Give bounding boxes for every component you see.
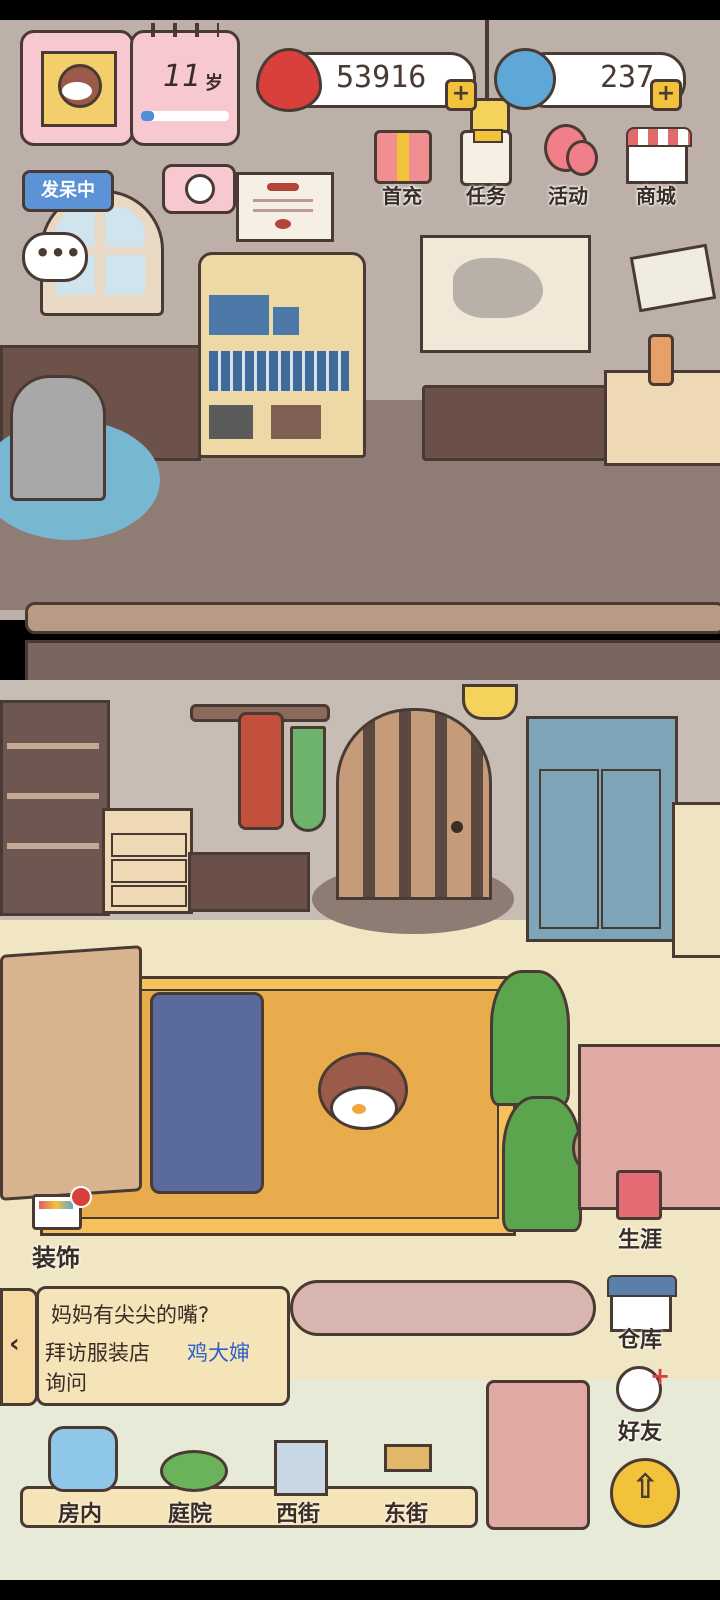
- flower-pot-top[interactable]: [490, 970, 570, 1106]
- flower-pot-bottom[interactable]: [502, 1096, 582, 1232]
- gems-value: 237: [600, 60, 655, 95]
- world-map-poster[interactable]: [420, 235, 591, 353]
- add-friend-plus-icon: +: [650, 1362, 671, 1390]
- gem-icon: [494, 48, 556, 110]
- shop-icon: [626, 127, 692, 184]
- hourglass[interactable]: [648, 334, 674, 386]
- tasks-button[interactable]: 任务: [446, 126, 526, 212]
- wooden-bed[interactable]: [0, 945, 142, 1201]
- kitchen-shelf[interactable]: [0, 700, 110, 916]
- chat-dots-icon: •••: [35, 239, 82, 267]
- chat-bubble-button[interactable]: •••: [22, 232, 88, 282]
- blue-cushion[interactable]: [150, 992, 264, 1194]
- age-unit: 岁: [205, 73, 223, 94]
- wardrobe[interactable]: [526, 716, 678, 942]
- camera-icon: [185, 174, 215, 204]
- quest-collapse-tab[interactable]: ‹: [0, 1288, 38, 1406]
- quest-line1-prefix: 拜访服装店: [45, 1341, 150, 1365]
- garden-icon: [160, 1450, 228, 1492]
- scroll-up-button[interactable]: ⇧: [610, 1458, 680, 1528]
- career-button[interactable]: 生涯: [600, 1164, 684, 1254]
- decorate-button[interactable]: 装饰: [18, 1186, 98, 1276]
- chair[interactable]: [10, 375, 106, 501]
- arrow-up-icon: ⇧: [631, 1467, 660, 1507]
- side-cabinet[interactable]: [672, 802, 720, 958]
- notification-dot: [70, 1186, 92, 1208]
- chick-character[interactable]: [318, 1052, 408, 1130]
- hearts-value: 53916: [336, 60, 427, 95]
- friends-button[interactable]: + 好友: [600, 1362, 684, 1448]
- low-table[interactable]: [422, 385, 613, 461]
- quest-npc-name[interactable]: 鸡大婶: [187, 1337, 250, 1367]
- quest-panel[interactable]: 妈妈有尖尖的嘴? 拜访服装店 鸡大婶 询问: [36, 1286, 290, 1406]
- green-umbrella[interactable]: [290, 726, 326, 832]
- bench[interactable]: [188, 852, 310, 912]
- stepping-stones: [290, 1280, 596, 1336]
- nav-west-street-button[interactable]: 西街: [250, 1420, 350, 1530]
- age-progress-bar: [141, 111, 229, 121]
- signpost-icon: [384, 1444, 432, 1472]
- gift-icon: [374, 130, 432, 184]
- age-number: 11: [163, 59, 202, 94]
- calendar-ring-icon: [151, 23, 219, 37]
- balcony-railing: [25, 602, 720, 634]
- certificate-frame[interactable]: [236, 172, 334, 242]
- warehouse-button[interactable]: 仓库: [600, 1272, 684, 1353]
- chevron-left-icon: ‹: [9, 1329, 20, 1359]
- zigzag-mat: [486, 1380, 590, 1530]
- navigation-bar: [0, 1580, 720, 1600]
- building-icon: [274, 1440, 328, 1496]
- status-bar: [0, 0, 720, 20]
- nav-garden-button[interactable]: 庭院: [142, 1420, 242, 1530]
- quest-title: 妈妈有尖尖的嘴?: [51, 1303, 210, 1327]
- quest-line2: 询问: [45, 1371, 87, 1395]
- hanging-lamp-cord: [485, 20, 489, 100]
- profile-card[interactable]: [20, 30, 134, 146]
- book-icon: [616, 1170, 662, 1220]
- red-scarf[interactable]: [238, 712, 284, 830]
- front-door[interactable]: [336, 708, 492, 900]
- bed-icon: [48, 1426, 118, 1492]
- add-gems-button[interactable]: +: [650, 79, 682, 111]
- camera-button[interactable]: [162, 164, 236, 214]
- bookshelf[interactable]: [198, 252, 366, 458]
- first-recharge-button[interactable]: 首充: [362, 126, 442, 212]
- add-hearts-button[interactable]: +: [445, 79, 477, 111]
- wall-lamp[interactable]: [462, 684, 518, 720]
- age-progress-fill: [141, 111, 155, 121]
- shop-button[interactable]: 商城: [614, 126, 698, 212]
- clipboard-icon: [460, 129, 512, 186]
- drawer-cabinet[interactable]: [102, 808, 193, 914]
- status-tag[interactable]: 发呆中: [22, 170, 114, 212]
- nav-east-street-button[interactable]: 东街: [358, 1420, 458, 1530]
- avatar[interactable]: [41, 51, 117, 127]
- nav-room-button[interactable]: 房内: [32, 1420, 132, 1530]
- age-calendar[interactable]: 11 岁: [130, 23, 240, 146]
- events-button[interactable]: 活动: [528, 118, 608, 212]
